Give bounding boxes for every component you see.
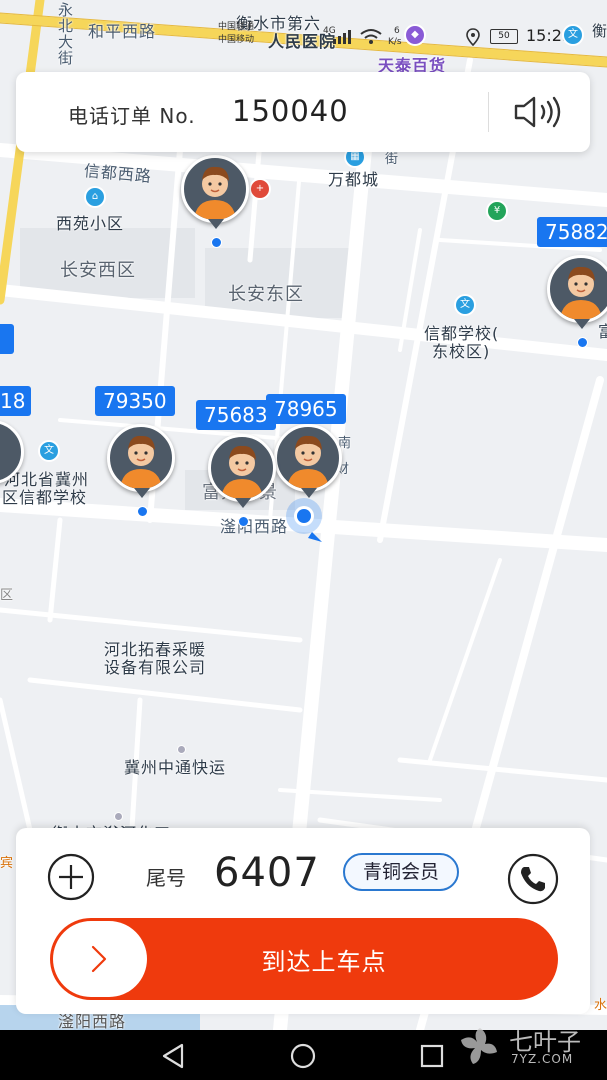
poi-label: 区信都学校 [2, 488, 88, 507]
carrier-label: 中国移动 [218, 35, 255, 45]
driver-location-dot [211, 237, 222, 248]
driver-pin-icon [574, 319, 590, 329]
back-icon[interactable] [160, 1043, 188, 1069]
phone-tail-number: 6407 [214, 850, 320, 896]
driver-avatar [274, 424, 342, 492]
driver-location-dot [238, 516, 249, 527]
poi-label: 富 [598, 318, 607, 342]
driver-pin-icon [235, 498, 251, 508]
hospital-icon: + [249, 178, 271, 200]
area-label: 长安西区 [60, 260, 136, 281]
driver-location-dot [577, 337, 588, 348]
poi-label: 西苑小区 [56, 214, 125, 233]
status-bar: 中国联通 中国移动 4G 6 K/s 50 15:23 文 衡 [0, 0, 607, 60]
battery-icon: 50 [490, 29, 518, 44]
driver-avatar [107, 424, 175, 492]
poi-label: 衡 [592, 22, 607, 40]
member-badge: 青铜会员 [343, 853, 459, 891]
road-label: 滏阳西路 [220, 517, 289, 536]
arrive-pickup-button[interactable]: 到达上车点 [50, 918, 558, 1000]
leaf-logo-icon [461, 1028, 497, 1064]
battery-level: 50 [498, 31, 510, 41]
driver-tag: 75882 [537, 217, 607, 247]
school-icon: 文 [454, 294, 476, 316]
poi-label: 水 [594, 998, 607, 1013]
driver-tag: 75683 [196, 400, 276, 430]
driver-tag: 79350 [95, 386, 175, 416]
location-icon [466, 28, 480, 46]
home-icon[interactable] [288, 1042, 318, 1070]
order-card: 电话订单 No. 150040 [16, 72, 590, 152]
bank-icon: ¥ [486, 200, 508, 222]
net-speed-value: 6 [394, 26, 400, 36]
signal-icon [333, 30, 351, 44]
driver-avatar [181, 155, 249, 223]
phone-icon[interactable] [506, 852, 560, 906]
plus-icon[interactable] [46, 852, 96, 902]
driver-location-dot [137, 506, 148, 517]
driver-pin-icon [208, 219, 224, 229]
my-location-icon [286, 498, 322, 542]
speaker-icon[interactable] [512, 94, 568, 130]
watermark-domain: 7YZ.COM [511, 1052, 574, 1066]
poi-label: 区 [0, 588, 15, 603]
order-type-label: 电话订单 No. [68, 104, 196, 128]
order-number: 150040 [232, 94, 349, 128]
divider [488, 92, 489, 132]
driver-tag-offscreen[interactable] [0, 324, 14, 354]
residence-icon: ⌂ [84, 186, 106, 208]
net-speed-unit: K/s [388, 37, 402, 47]
poi-label: 东校区) [432, 342, 491, 361]
driver-tag: 78965 [266, 394, 346, 424]
poi-label: 宾 [0, 856, 15, 871]
driver-pin-icon [134, 488, 150, 498]
carrier-label: 中国联通 [218, 22, 255, 32]
wifi-icon [360, 29, 382, 44]
phone-tail-label: 尾号 [146, 866, 186, 890]
driver-tag-offscreen[interactable]: 18 [0, 386, 32, 416]
poi-label: 万都城 [328, 170, 380, 189]
driver-avatar [547, 255, 607, 323]
poi-label: 冀州中通快运 [124, 758, 227, 777]
school-icon: 文 [562, 24, 584, 46]
arrive-pickup-label: 到达上车点 [261, 948, 387, 976]
driver-avatar [208, 434, 276, 502]
poi-label: 设备有限公司 [104, 658, 207, 677]
school-icon: 文 [38, 440, 60, 462]
recents-icon[interactable] [420, 1044, 444, 1068]
trip-action-card: 尾号 6407 青铜会员 到达上车点 [16, 828, 590, 1014]
area-label: 长安东区 [228, 284, 304, 305]
poi-marker-icon [177, 745, 186, 754]
